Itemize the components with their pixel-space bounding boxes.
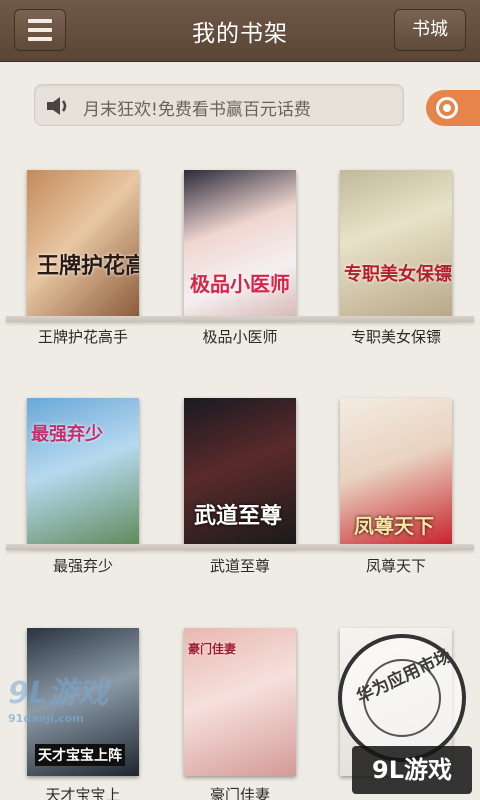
cover-title: 极品小医师 (190, 272, 290, 296)
book-title[interactable]: 凤尊天下 (321, 555, 471, 576)
bookstore-button[interactable]: 书城 (394, 9, 466, 51)
watermark-subtext: 91danji.com (8, 712, 84, 725)
book-cover-zhuanzhi[interactable]: 专职美女保镖 (340, 170, 452, 318)
cover-title: 最强弃少 (31, 424, 103, 445)
book-title[interactable]: 王牌护花高手 (8, 326, 158, 347)
watermark-badge: 9L游戏 (352, 746, 472, 794)
cover-title: 武道至尊 (194, 504, 283, 529)
book-cover-zuiqiang[interactable]: 最强弃少 (27, 398, 139, 546)
speaker-icon (47, 97, 67, 115)
announcement-text: 月末狂欢!免费看书赢百元话费 (83, 100, 311, 120)
shelf-divider (6, 316, 474, 322)
watermark-text: 9L游戏 (8, 676, 108, 711)
book-title[interactable]: 专职美女保镖 (321, 326, 471, 347)
book-cover-jipin[interactable]: 极品小医师 (184, 170, 296, 318)
shelf-divider (6, 544, 474, 550)
announcement-bar[interactable]: 月末狂欢!免费看书赢百元话费 (34, 84, 404, 126)
cover-title: 豪门佳妻 (188, 642, 237, 656)
bookshelf-screen: 我的书架 书城 月末狂欢!免费看书赢百元话费 王牌护花高手 极品小医师 专职美女… (0, 0, 480, 800)
book-cover-haomen[interactable]: 豪门佳妻 (184, 628, 296, 776)
book-title[interactable]: 武道至尊 (165, 555, 315, 576)
book-cover-wangpai[interactable]: 王牌护花高手 (27, 170, 139, 318)
cover-title: 王牌护花高手 (37, 254, 139, 279)
book-title[interactable]: 豪门佳妻 (165, 784, 315, 800)
top-bar: 我的书架 书城 (0, 0, 480, 62)
cover-title: 专职美女保镖 (344, 264, 452, 285)
book-cover-fengzun[interactable]: 凤尊天下 (340, 398, 452, 546)
book-cover-wudao[interactable]: 武道至尊 (184, 398, 296, 546)
cover-title: 天才宝宝上阵 (35, 744, 125, 766)
watermark-logo: 9L游戏 91danji.com (8, 668, 108, 725)
book-title[interactable]: 天才宝宝上 (8, 784, 158, 800)
book-title[interactable]: 极品小医师 (165, 326, 315, 347)
cover-title: 凤尊天下 (354, 514, 434, 538)
search-icon (436, 97, 458, 119)
book-title[interactable]: 最强弃少 (8, 555, 158, 576)
search-button[interactable] (426, 90, 480, 126)
